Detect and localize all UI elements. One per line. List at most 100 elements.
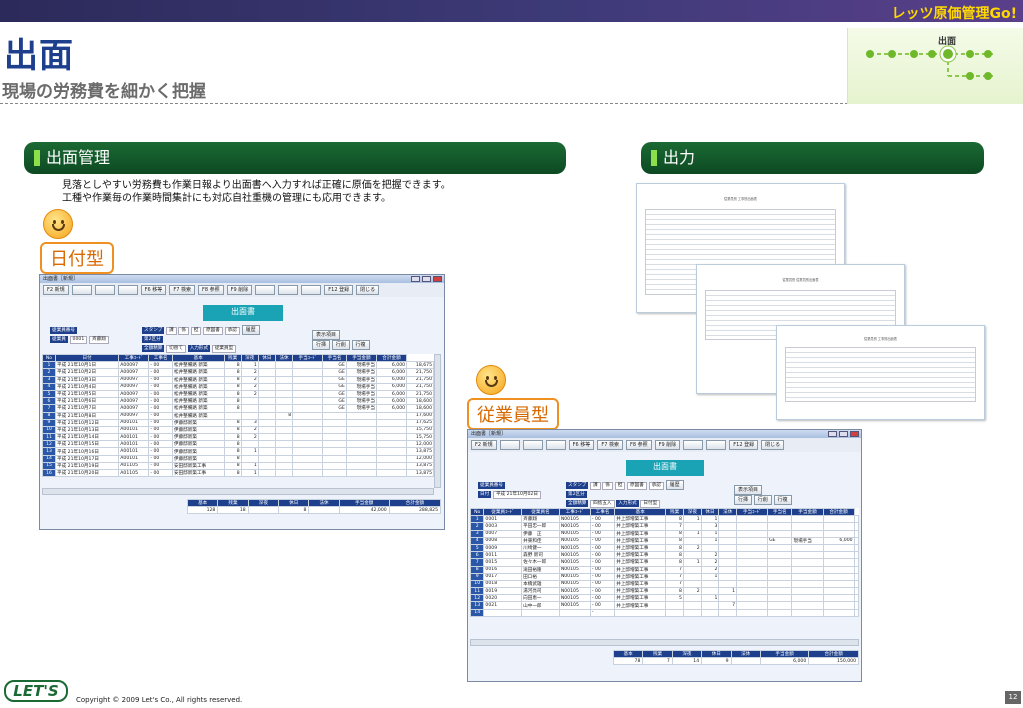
- table-row[interactable]: 12 平成 21年10月15日 A00101- 00 伊藤邸新築 8 12,000: [42, 440, 434, 449]
- table-cell[interactable]: 8: [42, 411, 56, 420]
- table-cell[interactable]: 1: [240, 461, 259, 471]
- table-cell[interactable]: 2: [240, 425, 259, 435]
- table-cell[interactable]: [791, 543, 824, 553]
- table-row[interactable]: 11 0019 湯河亮司 N00105- 00 井上邸増築工事 8 2 1: [469, 587, 860, 596]
- table-row[interactable]: 3 0007 伊藤 正 N00105- 00 井上邸増築工事 8 1 1: [469, 529, 860, 538]
- table-cell[interactable]: [736, 601, 769, 610]
- stamp-box[interactable]: 係: [602, 482, 613, 490]
- table-cell[interactable]: 平成 21年10月8日: [54, 411, 120, 420]
- table-cell[interactable]: 0008: [483, 536, 523, 545]
- table-row[interactable]: 14 -: [469, 608, 860, 617]
- column-header[interactable]: No: [42, 353, 56, 363]
- table-cell[interactable]: [822, 551, 855, 560]
- table-cell[interactable]: GE: [322, 389, 347, 399]
- column-header[interactable]: 休日: [700, 507, 720, 517]
- table-cell[interactable]: [682, 608, 702, 617]
- table-row[interactable]: 13 0021 山中一郎 N00105- 00 井上邸増築工事 7: [469, 601, 860, 610]
- table-cell[interactable]: 8: [223, 425, 242, 435]
- table-cell[interactable]: [483, 608, 523, 617]
- table-cell[interactable]: 0021: [483, 601, 523, 610]
- table-cell[interactable]: [767, 565, 793, 574]
- table-cell[interactable]: [292, 433, 324, 442]
- history-button[interactable]: 履歴: [241, 325, 260, 335]
- table-cell[interactable]: A00097: [118, 375, 150, 384]
- blank-button[interactable]: [522, 440, 543, 450]
- close-button[interactable]: 閉じる: [356, 285, 380, 295]
- search-button[interactable]: F7 検索: [169, 285, 195, 295]
- table-cell[interactable]: 川崎健一: [521, 543, 560, 553]
- table-cell[interactable]: N00105: [558, 536, 591, 545]
- table-cell[interactable]: [822, 565, 855, 574]
- table-cell[interactable]: [767, 543, 793, 553]
- minimize-icon[interactable]: [828, 431, 837, 437]
- column-header[interactable]: 合計金額: [375, 353, 408, 363]
- column-header[interactable]: 手当名: [322, 353, 347, 363]
- table-cell[interactable]: 佐々木一郎: [521, 558, 560, 567]
- close-button[interactable]: 閉じる: [761, 440, 785, 450]
- table-cell[interactable]: [292, 411, 324, 420]
- table-cell[interactable]: 11: [42, 433, 56, 442]
- table-cell[interactable]: A00101: [118, 454, 150, 463]
- table-cell[interactable]: [767, 572, 793, 581]
- table-cell[interactable]: 伊藤 正: [521, 529, 560, 538]
- table-cell[interactable]: 平成 21年10月6日: [54, 397, 120, 406]
- table-cell[interactable]: [322, 468, 347, 478]
- table-cell[interactable]: N00105: [558, 594, 591, 603]
- column-header[interactable]: 工事ｺｰﾄﾞ: [558, 507, 591, 517]
- table-cell[interactable]: [292, 461, 324, 471]
- table-cell[interactable]: [322, 461, 347, 471]
- table-cell[interactable]: 13,875: [406, 468, 434, 478]
- table-cell[interactable]: 9: [469, 572, 485, 581]
- table-cell[interactable]: 10: [469, 579, 485, 589]
- table-cell[interactable]: [700, 579, 720, 589]
- rounding-field[interactable]: 四捨五入: [590, 500, 615, 508]
- table-cell[interactable]: - 00: [589, 565, 616, 574]
- blank-button[interactable]: [94, 285, 115, 295]
- table-cell[interactable]: 井上邸増築工事: [614, 529, 667, 538]
- table-cell[interactable]: [853, 572, 860, 581]
- table-cell[interactable]: 平田忠一郎: [521, 522, 560, 531]
- table-cell[interactable]: 平成 21年10月15日: [54, 440, 120, 449]
- copy-row-button[interactable]: 行複: [351, 340, 370, 350]
- table-cell[interactable]: [736, 587, 769, 596]
- insert-row-button[interactable]: 行挿: [734, 495, 753, 505]
- table-cell[interactable]: [292, 418, 324, 427]
- table-cell[interactable]: - 00: [148, 361, 173, 370]
- table-cell[interactable]: [375, 433, 408, 442]
- table-cell[interactable]: 5: [42, 389, 56, 399]
- table-cell[interactable]: [274, 425, 294, 435]
- table-cell[interactable]: - 00: [148, 397, 173, 406]
- table-cell[interactable]: 8: [223, 461, 242, 471]
- delete-row-button[interactable]: 行削: [753, 495, 772, 505]
- blank-button[interactable]: [278, 285, 299, 295]
- table-cell[interactable]: [274, 361, 294, 370]
- table-cell[interactable]: - 00: [589, 543, 616, 553]
- table-cell[interactable]: [791, 529, 824, 538]
- table-cell[interactable]: 1: [700, 529, 720, 538]
- table-cell[interactable]: 井上邸増築工事: [614, 558, 667, 567]
- table-cell[interactable]: A00101: [118, 440, 150, 449]
- table-cell[interactable]: 松井整備路 新築: [171, 397, 225, 406]
- table-cell[interactable]: 1: [469, 515, 485, 524]
- table-cell[interactable]: 伊藤邸新築: [171, 418, 225, 427]
- table-cell[interactable]: 4: [469, 536, 485, 545]
- table-cell[interactable]: - 00: [148, 418, 173, 427]
- table-cell[interactable]: - 00: [148, 389, 173, 399]
- table-cell[interactable]: 井上邸増築工事: [614, 536, 667, 545]
- table-cell[interactable]: 18,600: [406, 397, 434, 406]
- table-cell[interactable]: - 00: [589, 522, 616, 531]
- table-cell[interactable]: 斉藤翔: [521, 515, 560, 524]
- table-cell[interactable]: 3: [469, 529, 485, 538]
- table-cell[interactable]: 13: [42, 447, 56, 456]
- table-cell[interactable]: [292, 368, 324, 377]
- table-cell[interactable]: 0019: [483, 587, 523, 596]
- seal-checkbox[interactable]: 原図書: [203, 327, 223, 335]
- table-cell[interactable]: - 00: [589, 579, 616, 589]
- table-cell[interactable]: 2: [700, 565, 720, 574]
- table-cell[interactable]: [682, 522, 702, 531]
- table-cell[interactable]: 6,000: [375, 361, 408, 370]
- table-cell[interactable]: 井上邸増築工事: [614, 579, 667, 589]
- table-cell[interactable]: 平成 21年10月20日: [54, 468, 120, 478]
- table-cell[interactable]: [240, 454, 259, 463]
- table-cell[interactable]: GE: [322, 397, 347, 406]
